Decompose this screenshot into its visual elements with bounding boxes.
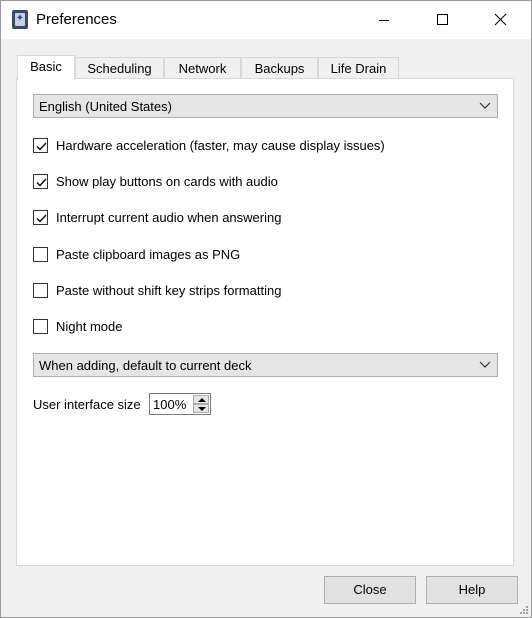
checkbox-box[interactable] <box>33 210 48 225</box>
close-icon <box>494 13 507 26</box>
tab-backups[interactable]: Backups <box>241 57 318 79</box>
checkbox-box[interactable] <box>33 319 48 334</box>
checkbox-box[interactable] <box>33 283 48 298</box>
checkbox-box[interactable] <box>33 247 48 262</box>
checkmark-icon <box>36 178 47 187</box>
checkbox-label: Interrupt current audio when answering <box>56 210 282 225</box>
triangle-up-icon <box>198 398 206 402</box>
close-window-button[interactable] <box>477 1 523 39</box>
maximize-icon <box>437 14 448 25</box>
preferences-window: ✦ Preferences Basic Scheduling Network B… <box>0 0 532 618</box>
language-select[interactable]: English (United States) <box>33 94 498 118</box>
checkbox-box[interactable] <box>33 138 48 153</box>
triangle-down-icon <box>198 407 206 411</box>
default-deck-select[interactable]: When adding, default to current deck <box>33 353 498 377</box>
spin-up-button[interactable] <box>193 395 209 404</box>
app-icon: ✦ <box>12 10 28 29</box>
spin-down-button[interactable] <box>193 404 209 413</box>
checkbox-label: Paste clipboard images as PNG <box>56 247 241 262</box>
close-button[interactable]: Close <box>324 576 416 604</box>
chevron-down-icon <box>479 361 491 368</box>
checkbox-box[interactable] <box>33 174 48 189</box>
ui-size-value[interactable]: 100% <box>153 397 186 412</box>
title-bar: ✦ Preferences <box>1 1 531 39</box>
window-title: Preferences <box>36 11 117 28</box>
checkbox-label: Hardware acceleration (faster, may cause… <box>56 138 385 153</box>
checkbox-label: Show play buttons on cards with audio <box>56 174 278 189</box>
default-deck-select-value: When adding, default to current deck <box>39 358 252 373</box>
tab-life-drain[interactable]: Life Drain <box>318 57 399 79</box>
tab-network[interactable]: Network <box>164 57 241 79</box>
chevron-down-icon <box>479 102 491 109</box>
tab-basic[interactable]: Basic <box>17 55 75 80</box>
resize-grip-icon[interactable] <box>519 605 529 615</box>
checkmark-icon <box>36 214 47 223</box>
checkmark-icon <box>36 142 47 151</box>
tab-scheduling[interactable]: Scheduling <box>75 57 164 79</box>
maximize-button[interactable] <box>419 1 465 39</box>
language-select-value: English (United States) <box>39 99 172 114</box>
minimize-icon <box>379 20 389 21</box>
checkbox-label: Paste without shift key strips formattin… <box>56 283 282 298</box>
ui-size-label: User interface size <box>33 397 141 412</box>
minimize-button[interactable] <box>361 1 407 39</box>
checkbox-label: Night mode <box>56 319 123 334</box>
ui-size-spinbox[interactable]: 100% <box>149 393 211 415</box>
help-button[interactable]: Help <box>426 576 518 604</box>
